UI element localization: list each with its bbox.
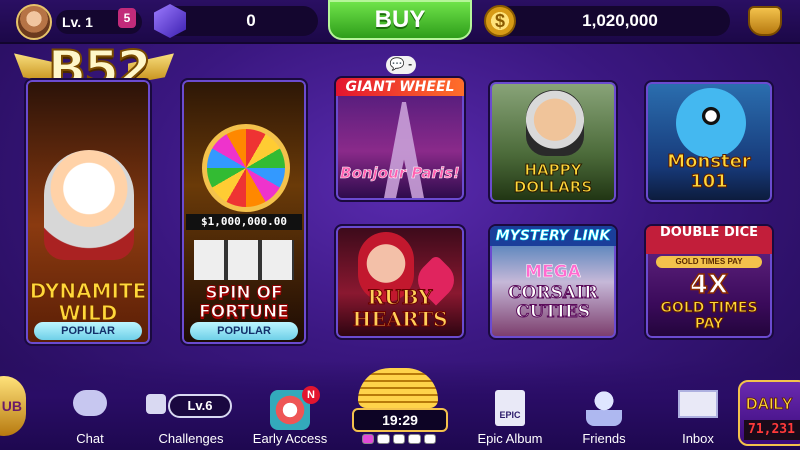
daily-label: DAILY [746, 396, 793, 414]
level-label: Lv. 1 [62, 14, 93, 30]
level-badge: 5 [118, 8, 136, 28]
nav-label: Early Access [252, 431, 328, 446]
game-banner: DOUBLE DICE [646, 226, 772, 254]
daily-value: 71,231 [744, 420, 800, 440]
nav-label: Inbox [682, 431, 714, 446]
gold-pot-icon[interactable] [748, 6, 782, 36]
game-banner: MYSTERY LINK [490, 226, 616, 246]
nav-label: Friends [582, 431, 626, 446]
challenges-level: Lv.6 [168, 394, 232, 418]
game-title: Monster 101 [667, 151, 752, 192]
game-title: SPIN OF FORTUNE [199, 283, 290, 322]
game-title: CORSAIR CUTIES [507, 283, 598, 322]
buy-button[interactable]: BUY [328, 0, 472, 40]
game-multiplier: 4X [689, 269, 729, 301]
envelope-icon [678, 390, 718, 418]
franklin-portrait-art [526, 90, 584, 156]
game-title: Bonjour Paris! [340, 164, 460, 183]
game-title: GOLD TIMES PAY [660, 300, 758, 333]
progress-segment [408, 434, 421, 444]
progress-segment [362, 434, 375, 444]
coin-icon: $ [484, 5, 516, 37]
progress-segment [423, 434, 437, 444]
fortune-wheel-art [202, 124, 290, 212]
slot-reels-art [194, 240, 294, 280]
progress-segment [377, 434, 390, 444]
game-title: DYNAMITE WILD [29, 279, 147, 325]
game-tile-ruby-hearts[interactable]: RUBY HEARTS [334, 224, 466, 340]
jackpot-amount: $1,000,000.00 [186, 214, 302, 230]
friends-icon [586, 390, 622, 426]
nav-inbox[interactable]: Inbox [666, 384, 730, 450]
chat-bubble-icon [73, 390, 107, 416]
nav-epic-album[interactable]: EPIC Epic Album [474, 384, 546, 450]
miner-character-art [44, 150, 134, 260]
bonus-progress [362, 434, 437, 444]
coin-count: 1,020,000 [582, 11, 658, 30]
player-avatar[interactable] [16, 4, 52, 40]
nav-early-access[interactable]: N Early Access [250, 384, 330, 450]
popular-badge: POPULAR [190, 322, 298, 340]
game-tile-spin-of-fortune[interactable]: $1,000,000.00 SPIN OF FORTUNE POPULAR [180, 78, 308, 346]
nav-chat[interactable]: Chat [60, 384, 120, 450]
popular-badge: POPULAR [34, 322, 142, 340]
game-tile-giant-wheel[interactable]: GIANT WHEEL Bonjour Paris! [334, 76, 466, 202]
game-tile-dynamite-wild[interactable]: DYNAMITE WILD POPULAR [24, 78, 152, 346]
game-tile-double-dice[interactable]: DOUBLE DICE GOLD TIMES PAY 4X GOLD TIMES… [644, 224, 774, 340]
game-title: RUBY HEARTS [352, 285, 448, 331]
game-tile-corsair-cuties[interactable]: MYSTERY LINK MEGA CORSAIR CUTIES [488, 224, 618, 340]
eiffel-tower-art [384, 102, 424, 198]
nav-label: Chat [76, 431, 104, 446]
gem-count: 0 [246, 11, 256, 30]
game-tile-happy-dollars[interactable]: HAPPY DOLLARS [488, 80, 618, 204]
bonus-timer: 19:29 [352, 408, 448, 432]
game-title: HAPPY DOLLARS [513, 161, 593, 196]
game-banner: GIANT WHEEL [336, 78, 464, 96]
new-badge: N [302, 386, 320, 404]
nav-label: Epic Album [477, 431, 543, 446]
game-tile-monster-101[interactable]: Monster 101 [644, 80, 774, 204]
progress-segment [392, 434, 406, 444]
nav-friends[interactable]: Friends [572, 384, 636, 450]
epic-album-icon: EPIC [495, 390, 525, 426]
daily-bonus-button[interactable]: DAILY 71,231 [738, 380, 800, 446]
chat-notification-bubble: 💬 - [386, 56, 416, 74]
nav-challenges[interactable]: Lv.6 Challenges [146, 384, 236, 450]
game-subtitle: MEGA [525, 262, 581, 283]
game-strip: GOLD TIMES PAY [656, 256, 762, 268]
lock-icon [146, 394, 166, 414]
nav-label: Challenges [158, 431, 224, 446]
monster-character-art [676, 88, 746, 158]
